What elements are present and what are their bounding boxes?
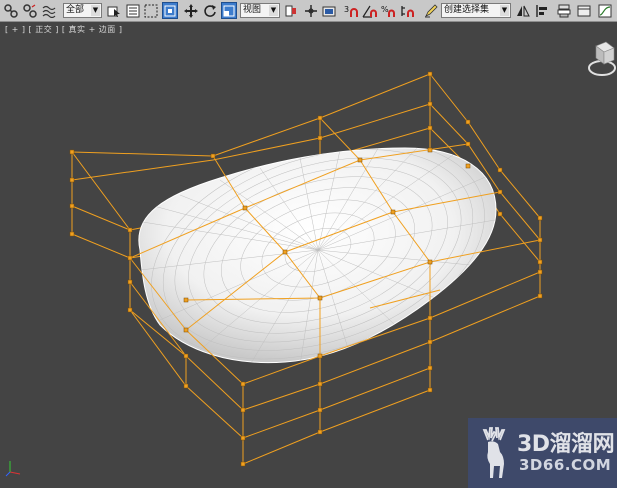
watermark-url: 3D66.COM — [519, 456, 612, 474]
deer-logo-icon — [482, 427, 506, 478]
viewcube[interactable] — [588, 40, 616, 78]
watermark-brand: 3D溜溜网 — [517, 432, 615, 457]
watermark-logo: 3D溜溜网 3D66.COM — [468, 418, 617, 488]
scene-geometry[interactable] — [0, 0, 617, 488]
axis-tripod — [4, 458, 24, 482]
